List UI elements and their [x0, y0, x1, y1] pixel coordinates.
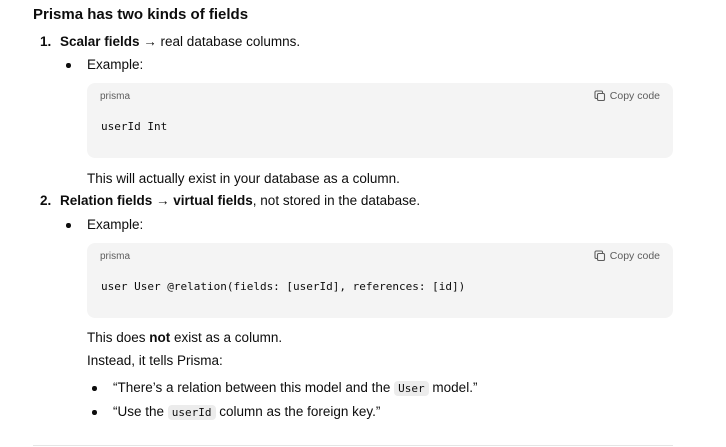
- copy-code-label: Copy code: [609, 90, 660, 102]
- bullet-dot: [92, 386, 97, 391]
- inline-code: userId: [167, 405, 216, 420]
- bullet-dot: [92, 410, 97, 415]
- list-item: “There’s a relation between this model a…: [113, 378, 477, 399]
- item2-example-label: Example:: [87, 217, 144, 232]
- code-content: user User @relation(fields: [userId], re…: [101, 280, 466, 293]
- code-language-label: prisma: [100, 91, 131, 102]
- item2-title-rest: , not stored in the database.: [252, 193, 421, 208]
- item2-title-bold: Relation fields → virtual fields: [60, 193, 253, 208]
- item2-note-before: This does: [87, 330, 150, 345]
- copy-icon: [594, 250, 605, 262]
- item1-title: Scalar fields → real database columns.: [60, 32, 300, 52]
- inline-code: User: [394, 381, 429, 396]
- bullet-text-after: column as the foreign key.”: [215, 404, 381, 419]
- list-number-1: 1.: [40, 34, 52, 49]
- item1-example-label: Example:: [87, 57, 144, 72]
- bullet-text-after: model.”: [428, 380, 478, 395]
- code-block-2: prisma Copy code user User @relation(fie…: [87, 243, 673, 318]
- code-block-1: prisma Copy code userId Int: [87, 83, 673, 158]
- bullet-text-before: “There’s a relation between this model a…: [113, 380, 395, 395]
- bullet-text-before: “Use the: [113, 404, 168, 419]
- item2-note: This does not exist as a column.: [87, 328, 282, 348]
- list-number-2: 2.: [40, 193, 52, 208]
- code-content: userId Int: [101, 120, 168, 133]
- item1-title-rest: → real database columns.: [139, 34, 301, 49]
- item1-note: This will actually exist in your databas…: [87, 171, 400, 186]
- code-language-label: prisma: [100, 251, 131, 262]
- bullet-dot: [66, 63, 71, 68]
- bullet-dot: [66, 223, 71, 228]
- copy-icon: [594, 90, 605, 102]
- list-item: “Use the userId column as the foreign ke…: [113, 402, 380, 423]
- item2-instead: Instead, it tells Prisma:: [87, 353, 223, 368]
- item1-title-bold: Scalar fields: [60, 34, 140, 49]
- divider: [33, 445, 673, 446]
- section-heading: Prisma has two kinds of fields: [33, 6, 249, 23]
- chat-message: Prisma has two kinds of fields 1. Scalar…: [0, 0, 726, 447]
- item2-note-bold: not: [149, 330, 171, 345]
- item2-title: Relation fields → virtual fields, not st…: [60, 191, 420, 211]
- copy-code-button[interactable]: Copy code: [594, 249, 660, 263]
- copy-code-label: Copy code: [609, 250, 660, 262]
- copy-code-button[interactable]: Copy code: [594, 89, 660, 103]
- item2-note-after: exist as a column.: [170, 330, 283, 345]
